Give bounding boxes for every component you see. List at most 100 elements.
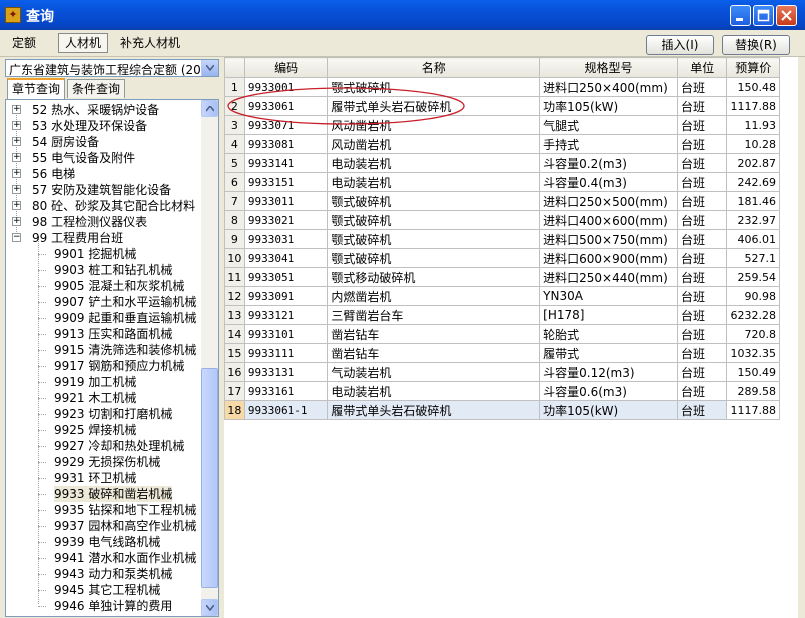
expand-icon[interactable]: + [12, 201, 21, 210]
code-cell[interactable]: 9933161 [243, 381, 329, 401]
price-cell[interactable]: 242.69 [726, 172, 780, 192]
spec-cell[interactable]: [H178] [539, 305, 678, 325]
scroll-down-button[interactable] [201, 599, 218, 616]
expand-icon[interactable]: + [12, 121, 21, 130]
code-cell[interactable]: 9933041 [243, 248, 329, 268]
maximize-button[interactable] [753, 5, 774, 26]
column-header-unit[interactable]: 单位 [676, 57, 728, 78]
unit-cell[interactable]: 台班 [676, 248, 728, 268]
spec-cell[interactable]: 进料口250×440(mm) [539, 267, 678, 287]
row-number[interactable]: 12 [224, 286, 245, 306]
name-cell[interactable]: 凿岩钻车 [327, 343, 541, 363]
price-cell[interactable]: 11.93 [726, 115, 780, 135]
insert-button[interactable]: 插入(I) [646, 35, 714, 55]
spec-cell[interactable]: 进料口600×900(mm) [539, 248, 678, 268]
row-number[interactable]: 8 [224, 210, 245, 230]
price-cell[interactable]: 150.49 [726, 362, 780, 382]
row-number[interactable]: 15 [224, 343, 245, 363]
spec-cell[interactable]: 功率105(kW) [539, 96, 678, 116]
name-cell[interactable]: 电动装岩机 [327, 172, 541, 192]
price-cell[interactable]: 289.58 [726, 381, 780, 401]
code-cell[interactable]: 9933121 [243, 305, 329, 325]
row-number[interactable]: 10 [224, 248, 245, 268]
unit-cell[interactable]: 台班 [676, 343, 728, 363]
spec-cell[interactable]: 进料口250×400(mm) [539, 77, 678, 97]
price-cell[interactable]: 406.01 [726, 229, 780, 249]
unit-cell[interactable]: 台班 [676, 172, 728, 192]
unit-cell[interactable]: 台班 [676, 153, 728, 173]
quota-library-select[interactable]: 广东省建筑与装饰工程综合定额 (201 [5, 59, 219, 77]
name-cell[interactable]: 颚式破碎机 [327, 191, 541, 211]
tab-condition-query[interactable]: 条件查询 [67, 79, 126, 98]
table-row[interactable]: 7 9933011 颚式破碎机 进料口250×500(mm) 台班 181.46 [224, 191, 780, 211]
price-cell[interactable]: 259.54 [726, 267, 780, 287]
code-cell[interactable]: 9933111 [243, 343, 329, 363]
name-cell[interactable]: 颚式破碎机 [327, 248, 541, 268]
table-row[interactable]: 9 9933031 颚式破碎机 进料口500×750(mm) 台班 406.01 [224, 229, 780, 249]
tab-chapter-query[interactable]: 章节查询 [7, 78, 66, 99]
name-cell[interactable]: 凿岩钻车 [327, 324, 541, 344]
row-number[interactable]: 11 [224, 267, 245, 287]
unit-cell[interactable]: 台班 [676, 210, 728, 230]
unit-cell[interactable]: 台班 [676, 286, 728, 306]
unit-cell[interactable]: 台班 [676, 191, 728, 211]
price-cell[interactable]: 1032.35 [726, 343, 780, 363]
table-row[interactable]: 8 9933021 颚式破碎机 进料口400×600(mm) 台班 232.97 [224, 210, 780, 230]
expand-icon[interactable]: + [12, 105, 21, 114]
tree-scrollbar[interactable] [201, 100, 218, 616]
expand-icon[interactable]: + [12, 185, 21, 194]
row-number[interactable]: 4 [224, 134, 245, 154]
name-cell[interactable]: 颚式破碎机 [327, 210, 541, 230]
price-cell[interactable]: 90.98 [726, 286, 780, 306]
expand-icon[interactable]: + [12, 137, 21, 146]
tab-supplementary[interactable]: 补充人材机 [114, 33, 186, 53]
expand-icon[interactable]: + [12, 153, 21, 162]
price-cell[interactable]: 1117.88 [726, 96, 780, 116]
price-cell[interactable]: 150.48 [726, 77, 780, 97]
spec-cell[interactable]: 进料口500×750(mm) [539, 229, 678, 249]
row-number[interactable]: 17 [224, 381, 245, 401]
table-row[interactable]: 14 9933101 凿岩钻车 轮胎式 台班 720.8 [224, 324, 780, 344]
row-number[interactable]: 16 [224, 362, 245, 382]
spec-cell[interactable]: 斗容量0.2(m3) [539, 153, 678, 173]
tab-quota[interactable]: 定额 [6, 33, 42, 53]
table-row[interactable]: 13 9933121 三臂凿岩台车 [H178] 台班 6232.28 [224, 305, 780, 325]
price-cell[interactable]: 181.46 [726, 191, 780, 211]
row-number[interactable]: 6 [224, 172, 245, 192]
column-header-price[interactable]: 预算价 [726, 57, 780, 78]
unit-cell[interactable]: 台班 [676, 324, 728, 344]
spec-cell[interactable]: 进料口400×600(mm) [539, 210, 678, 230]
table-row[interactable]: 16 9933131 气动装岩机 斗容量0.12(m3) 台班 150.49 [224, 362, 780, 382]
code-cell[interactable]: 9933131 [243, 362, 329, 382]
spec-cell[interactable]: 进料口250×500(mm) [539, 191, 678, 211]
code-cell[interactable]: 9933101 [243, 324, 329, 344]
table-row[interactable]: 6 9933151 电动装岩机 斗容量0.4(m3) 台班 242.69 [224, 172, 780, 192]
code-cell[interactable]: 9933061-1 [243, 400, 329, 420]
code-cell[interactable]: 9933081 [243, 134, 329, 154]
table-row[interactable]: 18 9933061-1 履带式单头岩石破碎机 功率105(kW) 台班 1117.88 [224, 400, 780, 420]
name-cell[interactable]: 颚式破碎机 [327, 229, 541, 249]
code-cell[interactable]: 9933091 [243, 286, 329, 306]
code-cell[interactable]: 9933051 [243, 267, 329, 287]
spec-cell[interactable]: 斗容量0.6(m3) [539, 381, 678, 401]
table-row[interactable]: 5 9933141 电动装岩机 斗容量0.2(m3) 台班 202.87 [224, 153, 780, 173]
spec-cell[interactable]: 气腿式 [539, 115, 678, 135]
replace-button[interactable]: 替换(R) [722, 35, 790, 55]
code-cell[interactable]: 9933151 [243, 172, 329, 192]
spec-cell[interactable]: 斗容量0.4(m3) [539, 172, 678, 192]
code-cell[interactable]: 9933031 [243, 229, 329, 249]
table-row[interactable]: 10 9933041 颚式破碎机 进料口600×900(mm) 台班 527.1 [224, 248, 780, 268]
row-number[interactable]: 13 [224, 305, 245, 325]
unit-cell[interactable]: 台班 [676, 400, 728, 420]
name-cell[interactable]: 电动装岩机 [327, 381, 541, 401]
expand-icon[interactable]: + [12, 169, 21, 178]
panel-splitter[interactable] [219, 57, 223, 618]
unit-cell[interactable]: 台班 [676, 134, 728, 154]
scroll-up-button[interactable] [201, 100, 218, 117]
price-cell[interactable]: 202.87 [726, 153, 780, 173]
price-cell[interactable]: 6232.28 [726, 305, 780, 325]
unit-cell[interactable]: 台班 [676, 115, 728, 135]
spec-cell[interactable]: YN30A [539, 286, 678, 306]
close-button[interactable] [776, 5, 797, 26]
column-header-name[interactable]: 名称 [327, 57, 541, 78]
